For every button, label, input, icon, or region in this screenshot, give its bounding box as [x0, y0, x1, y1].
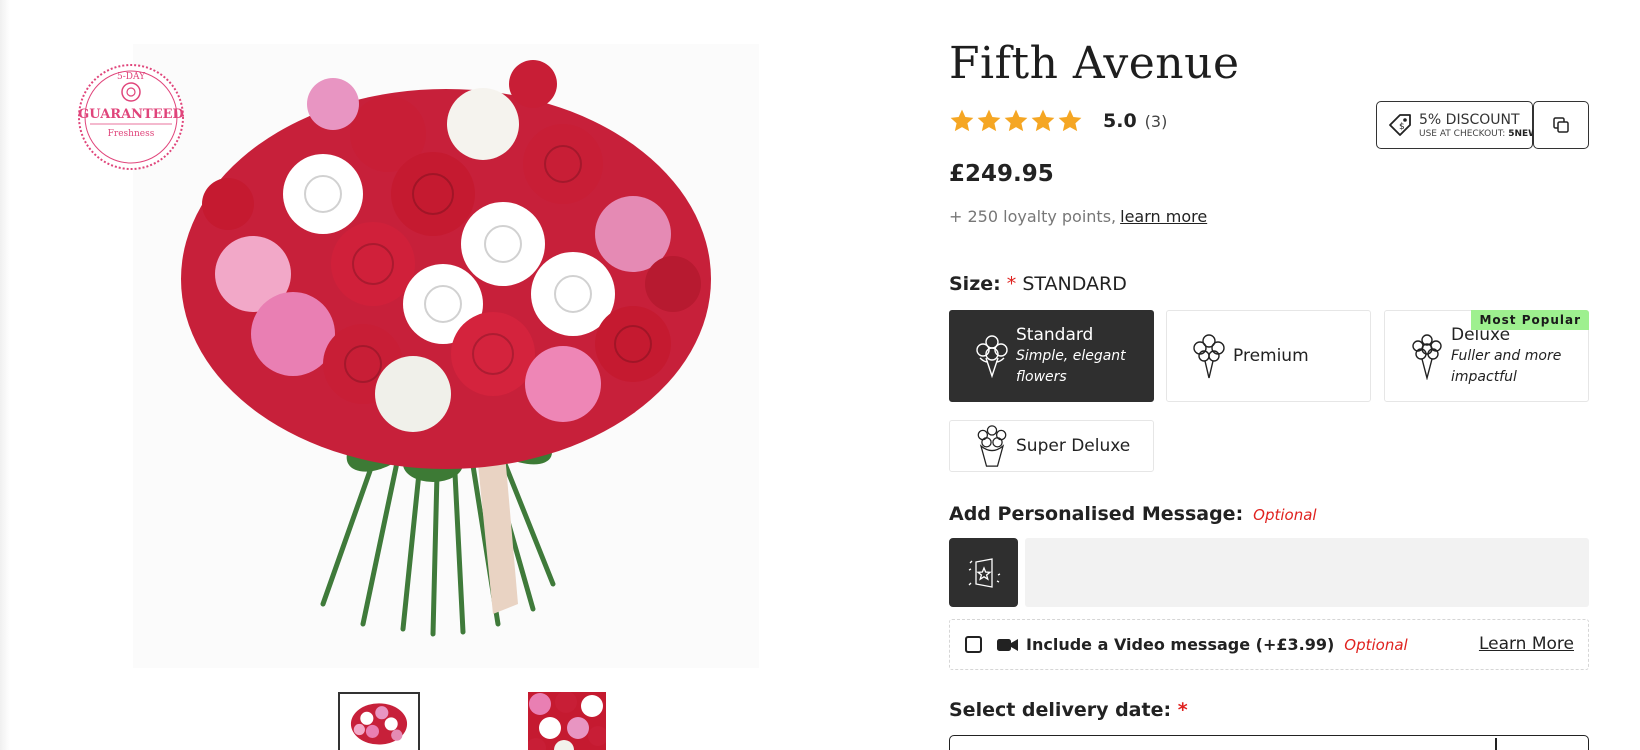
discount-code-box: $ 5% DISCOUNT USE AT CHECKOUT: 5NEW — [1376, 101, 1538, 149]
copy-icon — [1553, 117, 1569, 133]
video-message-checkbox[interactable] — [965, 636, 982, 653]
rating-stars — [949, 108, 1083, 134]
greeting-card-icon — [968, 557, 1000, 588]
bouquet-icon — [1412, 334, 1442, 380]
freshness-badge-logo: 5-DAY GUARANTEED Freshness — [72, 62, 190, 172]
svg-text:5-DAY: 5-DAY — [117, 72, 146, 82]
optional-tag: Optional — [1344, 635, 1408, 654]
size-option-standard[interactable]: Standard Simple, elegant flowers — [949, 310, 1154, 402]
size-option-name: Standard — [1016, 325, 1094, 345]
size-label: Size: * STANDARD — [949, 273, 1127, 295]
thumbnail-1[interactable] — [338, 692, 420, 750]
product-price: £249.95 — [949, 161, 1054, 187]
discount-instructions: USE AT CHECKOUT: 5NEW — [1419, 129, 1539, 139]
bouquet-icon — [976, 335, 1008, 379]
star-icon — [1058, 109, 1082, 132]
date-picker-divider — [1495, 738, 1497, 750]
size-option-deluxe[interactable]: Most Popular Deluxe Fuller and more impa… — [1384, 310, 1589, 402]
bouquet-icon — [977, 425, 1007, 467]
price-tag-icon: $ — [1389, 114, 1411, 136]
selected-size-value: STANDARD — [1022, 273, 1127, 295]
star-icon — [950, 109, 974, 132]
product-rating[interactable]: 5.0 (3) — [949, 108, 1167, 134]
star-icon — [1031, 109, 1055, 132]
optional-tag: Optional — [1253, 506, 1317, 524]
personalised-message-input[interactable] — [1025, 538, 1589, 607]
copy-code-button[interactable] — [1533, 101, 1589, 149]
video-camera-icon — [997, 638, 1018, 651]
svg-text:GUARANTEED: GUARANTEED — [78, 107, 184, 122]
review-count[interactable]: (3) — [1145, 112, 1168, 131]
greeting-card-button[interactable] — [949, 538, 1018, 607]
delivery-date-picker[interactable] — [949, 735, 1589, 750]
product-gallery: 5-DAY GUARANTEED Freshness — [0, 0, 880, 750]
size-option-premium[interactable]: Premium — [1166, 310, 1371, 402]
video-learn-more-link[interactable]: Learn More — [1479, 634, 1574, 654]
size-option-name: Premium — [1233, 346, 1309, 366]
svg-text:Freshness: Freshness — [108, 129, 155, 139]
loyalty-learn-more-link[interactable]: learn more — [1120, 207, 1207, 226]
star-icon — [977, 109, 1001, 132]
rating-value: 5.0 — [1103, 110, 1137, 132]
loyalty-points: + 250 loyalty points, learn more — [949, 207, 1208, 226]
star-icon — [1004, 109, 1028, 132]
thumbnail-2[interactable] — [528, 692, 606, 750]
size-option-super-deluxe[interactable]: Super Deluxe — [949, 420, 1154, 472]
delivery-date-label: Select delivery date: * — [949, 699, 1188, 721]
personalised-message-label: Add Personalised Message: Optional — [949, 503, 1317, 525]
video-message-option: Include a Video message (+£3.99) Optiona… — [949, 619, 1589, 670]
product-title: Fifth Avenue — [949, 38, 1240, 89]
bouquet-icon — [1193, 334, 1225, 379]
product-main-image[interactable] — [133, 44, 759, 668]
discount-title: 5% DISCOUNT — [1419, 112, 1520, 128]
bouquet-illustration — [133, 44, 759, 668]
size-option-description: Fuller and more impactful — [1451, 348, 1562, 385]
most-popular-badge: Most Popular — [1471, 310, 1589, 330]
size-option-description: Simple, elegant flowers — [1016, 348, 1126, 385]
svg-text:$: $ — [1399, 122, 1405, 132]
size-option-name: Super Deluxe — [1016, 436, 1131, 456]
video-message-label: Include a Video message (+£3.99) — [1026, 635, 1335, 654]
